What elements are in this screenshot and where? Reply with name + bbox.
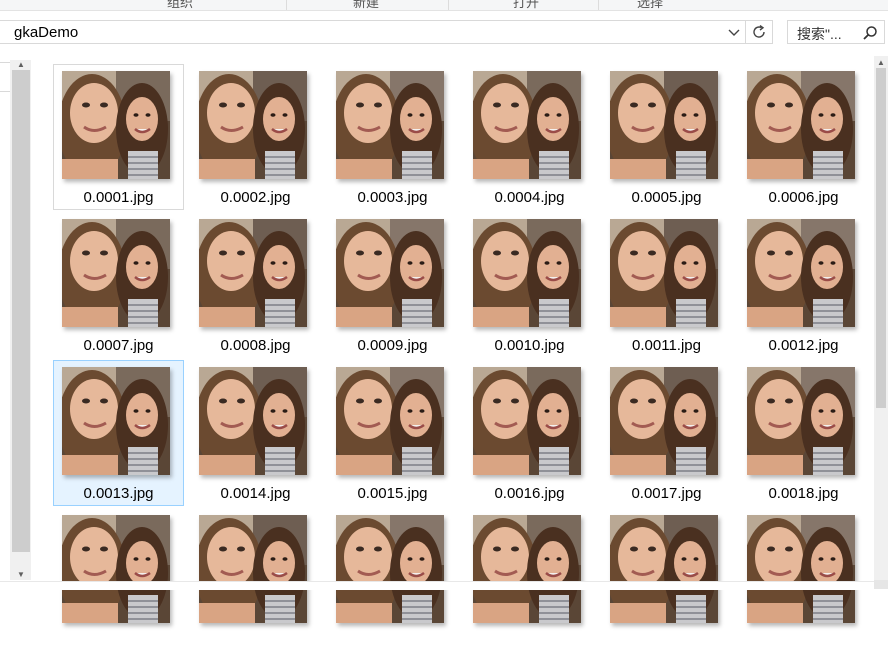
address-bar[interactable]: gkaDemo (0, 20, 773, 44)
file-item[interactable]: 0.0015.jpg (327, 360, 458, 506)
search-input[interactable]: 搜索"... (787, 20, 885, 44)
photo-thumbnail-icon[interactable] (473, 515, 581, 623)
file-name: 0.0014.jpg (220, 485, 291, 502)
refresh-icon[interactable] (745, 21, 772, 43)
file-name: 0.0012.jpg (768, 337, 839, 354)
photo-thumbnail-icon[interactable] (199, 71, 307, 179)
ribbon-group-organize[interactable]: 组织 (160, 0, 200, 10)
photo-thumbnail-icon[interactable] (473, 367, 581, 475)
photo-thumbnail-icon[interactable] (747, 219, 855, 327)
photo-thumbnail-icon[interactable] (336, 71, 444, 179)
content-scrollbar[interactable]: ▲ (874, 56, 888, 589)
photo-thumbnail-icon[interactable] (747, 71, 855, 179)
ribbon-group-select[interactable]: 选择 (630, 0, 670, 10)
ribbon-separator (448, 0, 449, 10)
nav-pane-scroll-thumb[interactable] (12, 70, 30, 552)
scroll-up-icon[interactable]: ▲ (877, 58, 885, 67)
file-item[interactable]: 0.0011.jpg (601, 212, 732, 358)
file-item[interactable]: 0.0002.jpg (190, 64, 321, 210)
photo-thumbnail-icon[interactable] (62, 515, 170, 623)
search-placeholder: 搜索"... (797, 26, 842, 42)
scroll-down-icon[interactable]: ▼ (14, 570, 28, 580)
ribbon-separator (286, 0, 287, 10)
file-item[interactable]: 0.0005.jpg (601, 64, 732, 210)
photo-thumbnail-icon[interactable] (473, 71, 581, 179)
file-name: 0.0018.jpg (768, 485, 839, 502)
scroll-up-icon[interactable]: ▲ (14, 60, 28, 70)
nav-pane-scrollbar[interactable]: ▲ ▼ (10, 60, 31, 580)
file-name: 0.0011.jpg (632, 337, 701, 354)
file-item[interactable]: 0.0010.jpg (464, 212, 595, 358)
photo-thumbnail-icon[interactable] (473, 219, 581, 327)
file-item[interactable]: 0.0012.jpg (738, 212, 869, 358)
file-item[interactable]: 0.0013.jpg (53, 360, 184, 506)
file-name: 0.0017.jpg (631, 485, 702, 502)
file-name: 0.0001.jpg (83, 189, 154, 206)
file-item[interactable]: 0.0009.jpg (327, 212, 458, 358)
address-bar-row: gkaDemo 搜索"... (0, 11, 888, 55)
file-name: 0.0007.jpg (83, 337, 154, 354)
file-name: 0.0009.jpg (357, 337, 428, 354)
file-name: 0.0005.jpg (631, 189, 702, 206)
photo-thumbnail-icon[interactable] (336, 219, 444, 327)
photo-thumbnail-icon[interactable] (610, 71, 718, 179)
file-name: 0.0015.jpg (357, 485, 428, 502)
file-name: 0.0008.jpg (220, 337, 291, 354)
scrollbar-corner (874, 580, 888, 589)
photo-thumbnail-icon[interactable] (199, 367, 307, 475)
chevron-down-icon[interactable] (724, 23, 744, 43)
photo-thumbnail-icon[interactable] (747, 515, 855, 623)
file-item[interactable]: 0.0007.jpg (53, 212, 184, 358)
file-item[interactable]: 0.0014.jpg (190, 360, 321, 506)
address-path[interactable]: gkaDemo (14, 24, 78, 41)
file-name: 0.0004.jpg (494, 189, 565, 206)
content-scroll-thumb[interactable] (876, 68, 886, 408)
file-name: 0.0010.jpg (494, 337, 565, 354)
ribbon-group-open[interactable]: 打开 (506, 0, 546, 10)
file-item[interactable]: 0.0004.jpg (464, 64, 595, 210)
file-item[interactable]: 0.0006.jpg (738, 64, 869, 210)
file-name: 0.0003.jpg (357, 189, 428, 206)
ribbon-separator (598, 0, 599, 10)
photo-thumbnail-icon[interactable] (747, 367, 855, 475)
photo-thumbnail-icon[interactable] (610, 367, 718, 475)
file-item[interactable]: 0.0001.jpg (53, 64, 184, 210)
photo-thumbnail-icon[interactable] (336, 515, 444, 623)
file-name: 0.0002.jpg (220, 189, 291, 206)
file-name: 0.0006.jpg (768, 189, 839, 206)
photo-thumbnail-icon[interactable] (62, 367, 170, 475)
file-item[interactable]: 0.0016.jpg (464, 360, 595, 506)
photo-thumbnail-icon[interactable] (610, 219, 718, 327)
photo-thumbnail-icon[interactable] (336, 367, 444, 475)
file-item[interactable]: 0.0017.jpg (601, 360, 732, 506)
file-item[interactable]: 0.0008.jpg (190, 212, 321, 358)
search-icon[interactable] (862, 25, 878, 41)
photo-thumbnail-icon[interactable] (199, 219, 307, 327)
photo-thumbnail-icon[interactable] (62, 71, 170, 179)
ribbon: 组织 新建 打开 选择 (0, 0, 888, 11)
file-item[interactable]: 0.0003.jpg (327, 64, 458, 210)
photo-thumbnail-icon[interactable] (199, 515, 307, 623)
file-grid: 0.0001.jpg 0.0002.jpg 0.0003.jpg 0.0004.jpg… (53, 64, 873, 623)
photo-thumbnail-icon[interactable] (610, 515, 718, 623)
file-name: 0.0016.jpg (494, 485, 565, 502)
file-name: 0.0013.jpg (83, 485, 154, 502)
ribbon-group-new[interactable]: 新建 (346, 0, 386, 10)
file-item[interactable]: 0.0018.jpg (738, 360, 869, 506)
photo-thumbnail-icon[interactable] (62, 219, 170, 327)
